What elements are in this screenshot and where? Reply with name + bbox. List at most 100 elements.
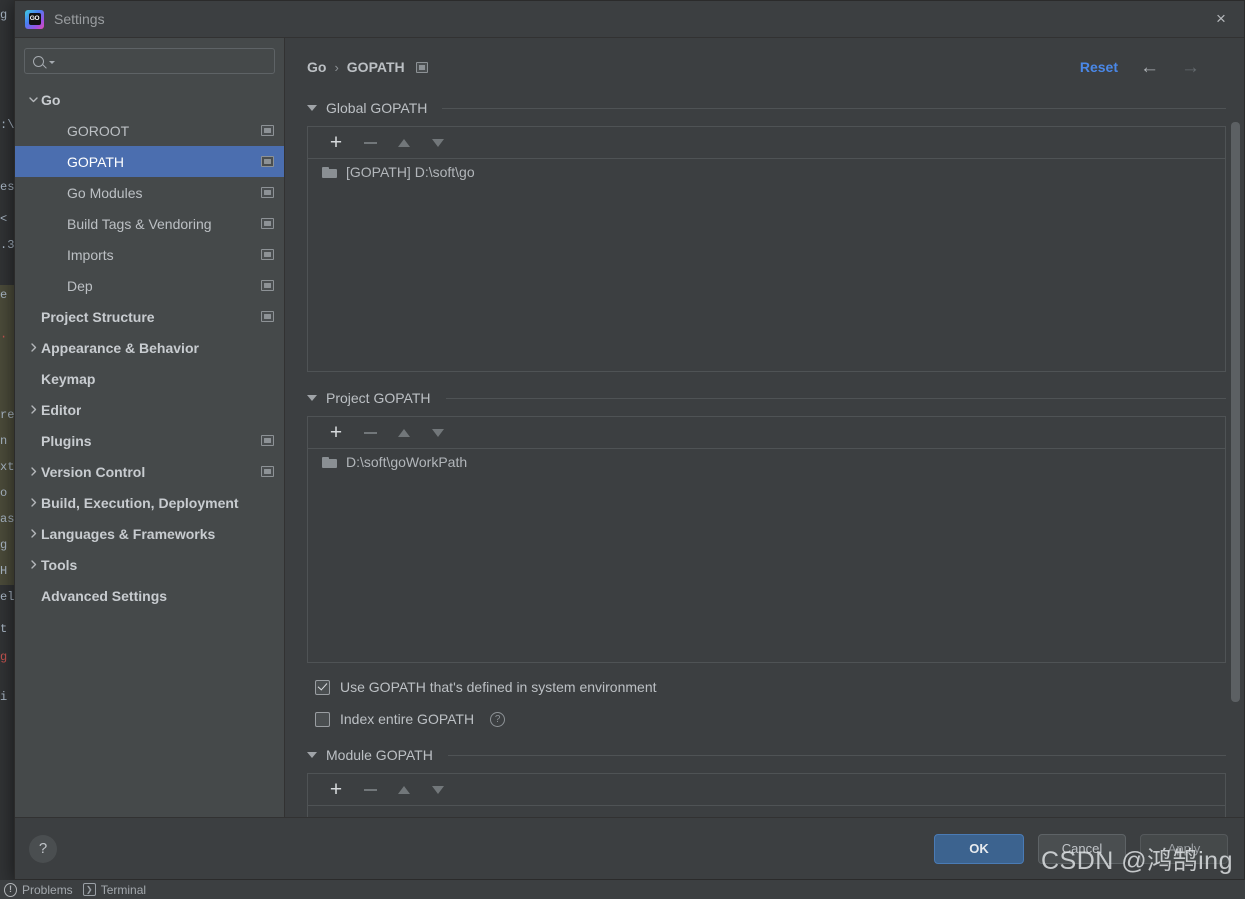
- sidebar-item-editor[interactable]: Editor: [15, 394, 284, 425]
- move-up-button[interactable]: [387, 418, 421, 447]
- section-title-project: Project GOPATH: [326, 390, 431, 406]
- sidebar-item-label: Imports: [67, 246, 114, 263]
- checkbox-label: Index entire GOPATH: [340, 711, 475, 727]
- breadcrumb-actions: Reset ← →: [1080, 58, 1226, 77]
- sidebar-item-build-execution-deployment[interactable]: Build, Execution, Deployment: [15, 487, 284, 518]
- chevron-right-icon[interactable]: [25, 528, 41, 539]
- sidebar-item-gopath[interactable]: GOPATH: [15, 146, 284, 177]
- goland-logo-icon: GO: [25, 9, 44, 29]
- sidebar-item-build-tags-vendoring[interactable]: Build Tags & Vendoring: [15, 208, 284, 239]
- reset-button[interactable]: Reset: [1080, 59, 1118, 75]
- move-up-button[interactable]: [387, 775, 421, 804]
- apply-button[interactable]: Apply: [1140, 833, 1228, 864]
- checkbox-index-entire-gopath[interactable]: [315, 711, 330, 727]
- plus-icon: +: [329, 421, 343, 444]
- chevron-down-icon[interactable]: [25, 94, 41, 105]
- add-button[interactable]: +: [319, 128, 353, 157]
- collapse-caret-icon[interactable]: [307, 395, 317, 401]
- global-gopath-listbox: + [GOPATH] D:\soft\go: [307, 126, 1226, 372]
- sidebar-item-tools[interactable]: Tools: [15, 549, 284, 580]
- add-button[interactable]: +: [319, 418, 353, 447]
- module-gopath-toolbar: +: [308, 774, 1225, 806]
- sidebar-item-appearance-behavior[interactable]: Appearance & Behavior: [15, 332, 284, 363]
- sidebar-item-go[interactable]: Go: [15, 84, 284, 115]
- checkbox-use-system-gopath[interactable]: [315, 679, 330, 695]
- scrollbar-thumb[interactable]: [1231, 122, 1240, 702]
- sidebar-item-plugins[interactable]: Plugins: [15, 425, 284, 456]
- chevron-right-icon[interactable]: [25, 466, 41, 477]
- warning-icon: !: [4, 882, 17, 897]
- list-item[interactable]: D:\soft\goWorkPath: [308, 449, 1225, 475]
- sidebar-item-label: Plugins: [41, 432, 92, 449]
- sidebar-item-project-structure[interactable]: Project Structure: [15, 301, 284, 332]
- search-input[interactable]: [55, 52, 266, 70]
- forward-arrow-icon[interactable]: →: [1181, 58, 1200, 77]
- chevron-right-icon[interactable]: [25, 342, 41, 353]
- remove-button[interactable]: [353, 418, 387, 447]
- sidebar-item-advanced-settings[interactable]: Advanced Settings: [15, 580, 284, 611]
- sidebar-item-dep[interactable]: Dep: [15, 270, 284, 301]
- breadcrumb-root[interactable]: Go: [307, 59, 326, 75]
- move-down-button[interactable]: [421, 128, 455, 157]
- settings-tree: Go GOROOT GOPATH Go Modules Build Tags & Ven…: [15, 82, 284, 817]
- remove-button[interactable]: [353, 128, 387, 157]
- cancel-button[interactable]: Cancel: [1038, 833, 1126, 864]
- sidebar-item-keymap[interactable]: Keymap: [15, 363, 284, 394]
- section-project-gopath: Project GOPATH + D:\soft\goWorkPath: [307, 386, 1226, 663]
- sidebar-item-label: Build Tags & Vendoring: [67, 215, 212, 232]
- add-button[interactable]: +: [319, 775, 353, 804]
- move-down-button[interactable]: [421, 775, 455, 804]
- minus-icon: [363, 431, 377, 434]
- project-settings-icon: [261, 125, 274, 136]
- search-box[interactable]: [24, 48, 275, 74]
- breadcrumb-separator: ›: [334, 59, 339, 75]
- plus-icon: +: [329, 131, 343, 154]
- project-settings-icon: [261, 435, 274, 446]
- chevron-right-icon[interactable]: [25, 404, 41, 415]
- sidebar-item-label: Go: [41, 91, 61, 108]
- settings-content-inner: Go › GOPATH Reset ← → Global GOPATH + [G…: [285, 38, 1244, 817]
- statusbar-terminal[interactable]: ❯ Terminal: [82, 883, 146, 897]
- sidebar-item-imports[interactable]: Imports: [15, 239, 284, 270]
- section-header-project: Project GOPATH: [307, 386, 1226, 410]
- settings-content-panel: Go › GOPATH Reset ← → Global GOPATH + [G…: [285, 38, 1244, 817]
- sidebar-item-languages-frameworks[interactable]: Languages & Frameworks: [15, 518, 284, 549]
- gopath-value: D:\soft\goWorkPath: [346, 454, 468, 470]
- move-up-button[interactable]: [387, 128, 421, 157]
- list-item[interactable]: [GOPATH] D:\soft\go: [308, 159, 1225, 185]
- project-settings-icon: [261, 311, 274, 322]
- sidebar-item-label: Project Structure: [41, 308, 155, 325]
- checkbox-row[interactable]: Use GOPATH that's defined in system envi…: [307, 671, 1226, 703]
- sidebar-item-goroot[interactable]: GOROOT: [15, 115, 284, 146]
- divider: [447, 754, 1226, 756]
- breadcrumb: Go › GOPATH Reset ← →: [307, 38, 1226, 90]
- down-arrow-icon: [432, 785, 444, 794]
- checkbox-row[interactable]: Index entire GOPATH?: [307, 703, 1226, 735]
- statusbar-problems[interactable]: ! Problems: [4, 882, 73, 897]
- project-settings-icon: [261, 466, 274, 477]
- folder-icon: [322, 456, 337, 468]
- checkbox-label: Use GOPATH that's defined in system envi…: [340, 679, 657, 695]
- divider: [445, 397, 1226, 399]
- collapse-caret-icon[interactable]: [307, 752, 317, 758]
- down-arrow-icon: [432, 428, 444, 437]
- project-settings-icon[interactable]: [415, 61, 428, 73]
- sidebar-item-version-control[interactable]: Version Control: [15, 456, 284, 487]
- project-gopath-toolbar: +: [308, 417, 1225, 449]
- back-arrow-icon[interactable]: ←: [1140, 58, 1159, 77]
- content-scrollbar[interactable]: [1231, 122, 1240, 702]
- remove-button[interactable]: [353, 775, 387, 804]
- section-header-global: Global GOPATH: [307, 96, 1226, 120]
- help-icon[interactable]: ?: [490, 711, 506, 727]
- sidebar-item-go-modules[interactable]: Go Modules: [15, 177, 284, 208]
- minus-icon: [363, 788, 377, 791]
- help-button[interactable]: ?: [29, 834, 57, 863]
- move-down-button[interactable]: [421, 418, 455, 447]
- close-icon[interactable]: ×: [1198, 1, 1244, 36]
- chevron-right-icon[interactable]: [25, 497, 41, 508]
- collapse-caret-icon[interactable]: [307, 105, 317, 111]
- ok-button[interactable]: OK: [934, 833, 1024, 864]
- sidebar-item-label: Advanced Settings: [41, 587, 168, 604]
- chevron-right-icon[interactable]: [25, 559, 41, 570]
- sidebar-item-label: GOPATH: [67, 153, 125, 170]
